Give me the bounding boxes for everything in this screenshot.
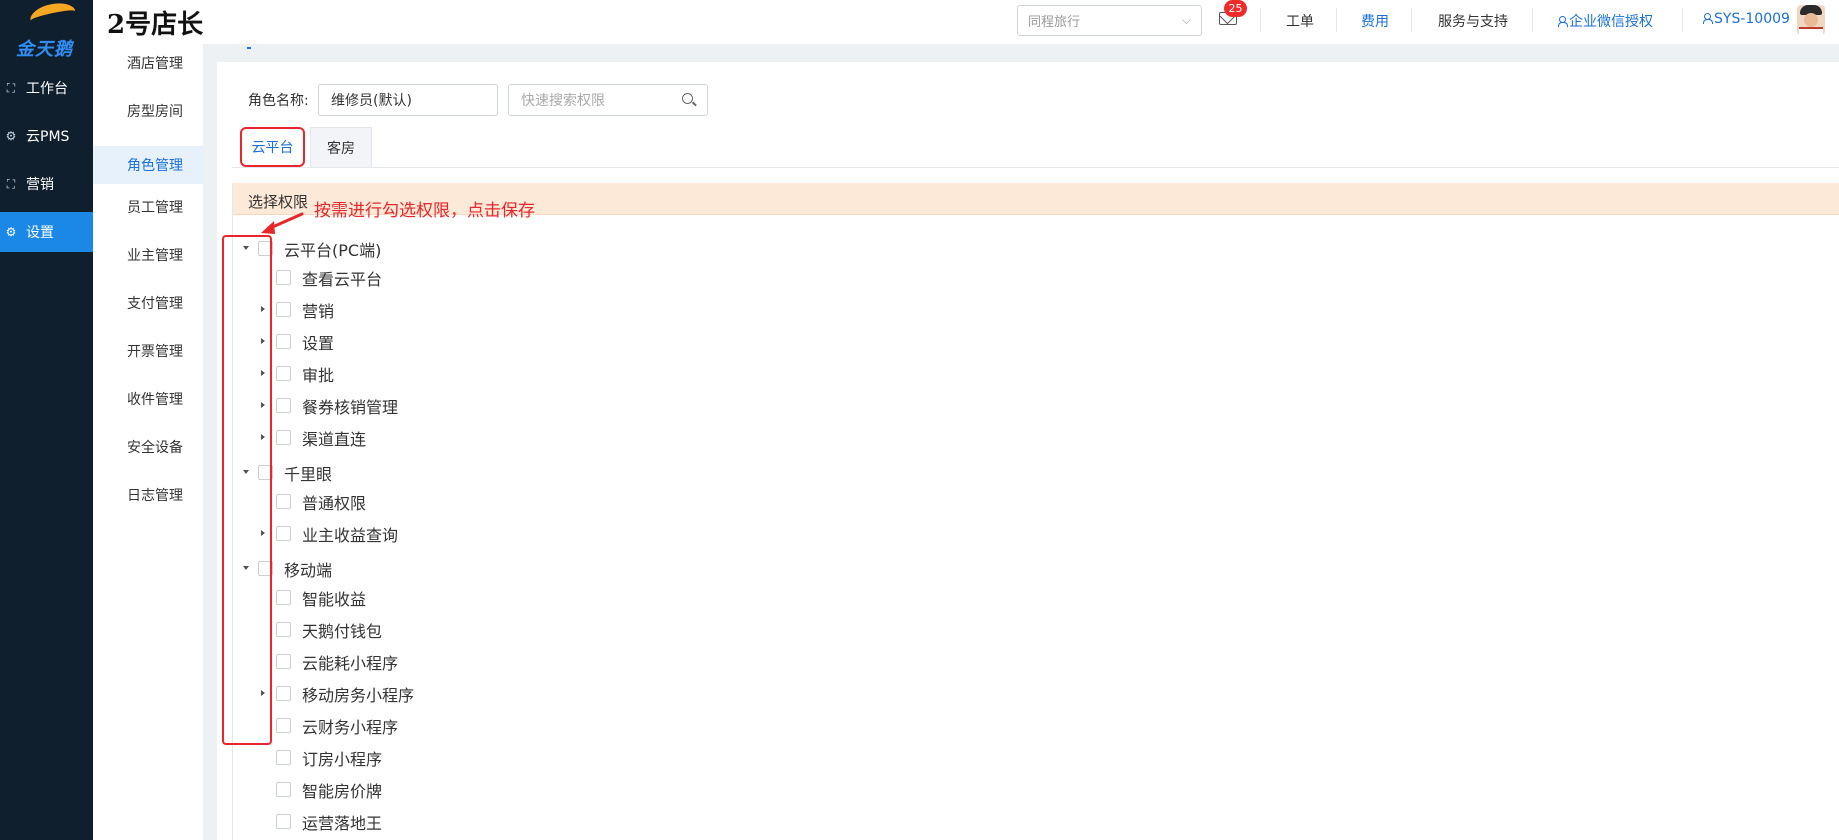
permission-checkbox[interactable]	[276, 494, 291, 509]
permission-label: 业主收益查询	[302, 526, 399, 545]
permission-label: 智能收益	[302, 590, 367, 609]
page-brand-title: 2号店长	[107, 10, 204, 40]
wechat-auth-link[interactable]: 企业微信授权	[1558, 11, 1653, 31]
sub-nav-item-hotel[interactable]: 酒店管理	[93, 44, 203, 82]
tab-divider	[232, 167, 1839, 168]
permission-label: 普通权限	[302, 494, 367, 513]
permission-checkbox[interactable]	[276, 654, 291, 669]
wechat-auth-label: 企业微信授权	[1569, 14, 1653, 30]
permission-search-input[interactable]: 快速搜索权限	[508, 84, 708, 116]
scan-icon: ⛶	[6, 176, 16, 191]
sub-nav-item-security-devices[interactable]: 安全设备	[93, 428, 203, 466]
role-name-label: 角色名称:	[248, 93, 309, 109]
permission-label: 云财务小程序	[302, 718, 399, 737]
search-icon[interactable]	[682, 93, 693, 104]
permission-label: 审批	[302, 366, 335, 385]
permission-checkbox[interactable]	[276, 526, 291, 541]
nav-item-label: 工作台	[26, 81, 68, 97]
permission-label: 查看云平台	[302, 270, 383, 289]
header-divider	[1682, 8, 1683, 32]
annotation-text: 按需进行勾选权限，点击保存	[314, 201, 535, 221]
annotation-highlight-frame	[222, 235, 272, 745]
settings-sub-nav: 酒店管理 房型房间 角色管理 员工管理 业主管理 支付管理 开票管理 收件管理 …	[93, 44, 203, 840]
gear-icon: ⚙	[5, 225, 17, 239]
nav-item-settings[interactable]: ⚙ 设置	[0, 212, 93, 252]
sub-nav-item-receipt[interactable]: 收件管理	[93, 380, 203, 418]
logo-text: 金天鹅	[16, 39, 73, 60]
permission-label: 移动房务小程序	[302, 686, 415, 705]
header-divider	[1260, 8, 1261, 32]
sub-nav-item-invoice[interactable]: 开票管理	[93, 332, 203, 370]
sub-nav-item-owners[interactable]: 业主管理	[93, 236, 203, 274]
permission-label: 天鹅付钱包	[302, 622, 383, 641]
permission-checkbox[interactable]	[276, 430, 291, 445]
org-select-placeholder: 同程旅行	[1028, 15, 1081, 30]
permission-checkbox[interactable]	[276, 782, 291, 797]
nav-item-label: 设置	[26, 225, 54, 241]
permission-header-label: 选择权限	[248, 193, 309, 211]
role-name-input[interactable]: 维修员(默认)	[318, 84, 498, 116]
brand-logo[interactable]: 金天鹅	[0, 0, 93, 60]
person-icon	[1558, 16, 1568, 27]
user-account-link[interactable]: SYS-10009	[1703, 11, 1790, 27]
permission-label: 设置	[302, 334, 335, 353]
sub-nav-item-roles[interactable]: 角色管理	[93, 146, 203, 184]
permission-checkbox[interactable]	[276, 302, 291, 317]
header-divider	[1532, 8, 1533, 32]
tab-cloud-platform[interactable]: 云平台	[240, 127, 305, 167]
permission-checkbox[interactable]	[276, 398, 291, 413]
sub-nav-item-staff[interactable]: 员工管理	[93, 188, 203, 226]
permission-label: 餐券核销管理	[302, 398, 399, 417]
user-account-label: SYS-10009	[1714, 11, 1790, 27]
ticket-link[interactable]: 工单	[1286, 11, 1314, 31]
permission-box	[232, 183, 1839, 840]
permission-checkbox[interactable]	[276, 686, 291, 701]
permission-checkbox[interactable]	[276, 622, 291, 637]
permission-label: 移动端	[284, 561, 333, 580]
permission-label: 云平台(PC端)	[284, 241, 382, 260]
fee-link[interactable]: 费用	[1361, 11, 1389, 31]
permission-checkbox[interactable]	[276, 750, 291, 765]
permission-checkbox[interactable]	[276, 718, 291, 733]
annotation-arrow-icon	[261, 212, 304, 234]
permission-checkbox[interactable]	[276, 814, 291, 829]
permission-label: 智能房价牌	[302, 782, 383, 801]
avatar[interactable]	[1797, 5, 1825, 35]
nav-item-cloud-pms[interactable]: ⚙ 云PMS	[0, 116, 93, 156]
header-divider	[1411, 8, 1412, 32]
person-icon	[1703, 13, 1713, 24]
breadcrumb-marker	[247, 47, 251, 49]
nav-item-label: 云PMS	[26, 129, 70, 145]
permission-checkbox[interactable]	[276, 366, 291, 381]
permission-checkbox[interactable]	[276, 270, 291, 285]
permission-label: 云能耗小程序	[302, 654, 399, 673]
nav-item-workbench[interactable]: ⛶ 工作台	[0, 68, 93, 108]
permission-label: 订房小程序	[302, 750, 383, 769]
nav-item-marketing[interactable]: ⛶ 营销	[0, 164, 93, 204]
left-nav: 金天鹅 ⛶ 工作台 ⚙ 云PMS ⛶ 营销 ⚙ 设置	[0, 0, 93, 840]
mail-badge: 25	[1224, 0, 1247, 17]
sub-nav-item-logs[interactable]: 日志管理	[93, 476, 203, 514]
workbench-icon: ⛶	[6, 80, 16, 95]
org-select[interactable]: 同程旅行 ⌵	[1017, 5, 1202, 36]
permission-checkbox[interactable]	[276, 334, 291, 349]
gear-icon: ⚙	[5, 129, 17, 143]
permission-checkbox[interactable]	[276, 590, 291, 605]
top-header: 2号店长 同程旅行 ⌵ 25 工单 费用 服务与支持 企业微信授权 SYS-10…	[93, 0, 1839, 44]
sub-nav-item-payment[interactable]: 支付管理	[93, 284, 203, 322]
permission-label: 千里眼	[284, 465, 333, 484]
permission-label: 运营落地王	[302, 814, 383, 833]
header-divider	[1336, 8, 1337, 32]
nav-item-label: 营销	[26, 177, 54, 193]
permission-label: 营销	[302, 302, 335, 321]
sub-nav-item-room-types[interactable]: 房型房间	[93, 92, 203, 130]
tab-guest-room[interactable]: 客房	[310, 127, 372, 167]
service-support-link[interactable]: 服务与支持	[1438, 11, 1508, 31]
permission-label: 渠道直连	[302, 430, 367, 449]
swan-logo-icon	[28, 0, 78, 33]
chevron-down-icon: ⌵	[1181, 13, 1191, 27]
